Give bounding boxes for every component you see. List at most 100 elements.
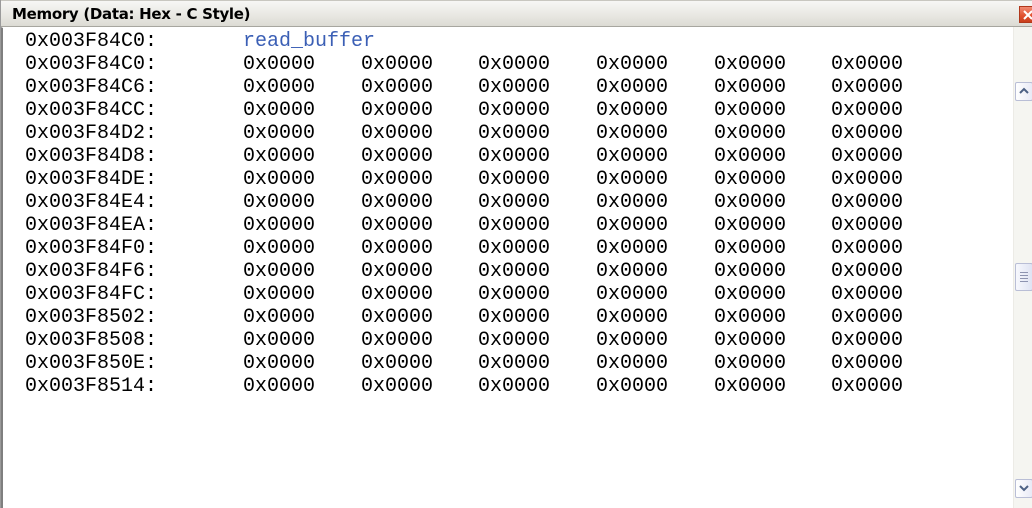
memory-cell[interactable]: 0x0000 [243, 375, 315, 398]
memory-cell[interactable]: 0x0000 [596, 329, 668, 352]
memory-cell[interactable]: 0x0000 [478, 145, 550, 168]
memory-cell[interactable]: 0x0000 [243, 283, 315, 306]
memory-cell[interactable]: 0x0000 [361, 76, 433, 99]
memory-cell[interactable]: 0x0000 [361, 122, 433, 145]
memory-cell[interactable]: 0x0000 [361, 237, 433, 260]
memory-cell[interactable]: 0x0000 [596, 352, 668, 375]
memory-cell[interactable]: 0x0000 [831, 375, 903, 398]
memory-cell[interactable]: 0x0000 [243, 214, 315, 237]
address-label: 0x003F8514: [25, 375, 158, 398]
memory-cell[interactable]: 0x0000 [478, 99, 550, 122]
memory-cell[interactable]: 0x0000 [714, 352, 786, 375]
memory-cell[interactable]: 0x0000 [831, 260, 903, 283]
close-button[interactable] [1019, 6, 1032, 23]
memory-cell[interactable]: 0x0000 [243, 237, 315, 260]
memory-cell[interactable]: 0x0000 [361, 145, 433, 168]
memory-cell[interactable]: 0x0000 [831, 329, 903, 352]
memory-cell[interactable]: 0x0000 [361, 214, 433, 237]
memory-cell[interactable]: 0x0000 [714, 168, 786, 191]
memory-cell[interactable]: 0x0000 [478, 260, 550, 283]
memory-cell[interactable]: 0x0000 [361, 53, 433, 76]
memory-cell[interactable]: 0x0000 [714, 53, 786, 76]
memory-cell[interactable]: 0x0000 [831, 283, 903, 306]
memory-cell[interactable]: 0x0000 [478, 306, 550, 329]
scroll-thumb[interactable] [1015, 263, 1032, 291]
memory-cell[interactable]: 0x0000 [596, 214, 668, 237]
address-label: 0x003F850E: [25, 352, 158, 375]
memory-cell[interactable]: 0x0000 [831, 122, 903, 145]
memory-cell[interactable]: 0x0000 [714, 214, 786, 237]
memory-cell[interactable]: 0x0000 [596, 237, 668, 260]
memory-cell[interactable]: 0x0000 [361, 375, 433, 398]
memory-cell[interactable]: 0x0000 [478, 122, 550, 145]
memory-cell[interactable]: 0x0000 [478, 237, 550, 260]
memory-cell[interactable]: 0x0000 [831, 237, 903, 260]
memory-cell[interactable]: 0x0000 [243, 306, 315, 329]
memory-cell[interactable]: 0x0000 [831, 306, 903, 329]
memory-cell[interactable]: 0x0000 [478, 168, 550, 191]
memory-cell[interactable]: 0x0000 [714, 375, 786, 398]
memory-cell[interactable]: 0x0000 [596, 145, 668, 168]
memory-cell[interactable]: 0x0000 [714, 306, 786, 329]
memory-cell[interactable]: 0x0000 [243, 53, 315, 76]
memory-cell[interactable]: 0x0000 [831, 99, 903, 122]
memory-cell[interactable]: 0x0000 [478, 283, 550, 306]
memory-cell[interactable]: 0x0000 [243, 168, 315, 191]
memory-cell[interactable]: 0x0000 [831, 76, 903, 99]
memory-cell[interactable]: 0x0000 [714, 122, 786, 145]
memory-cell[interactable]: 0x0000 [478, 329, 550, 352]
memory-cell[interactable]: 0x0000 [714, 145, 786, 168]
memory-cell[interactable]: 0x0000 [596, 76, 668, 99]
memory-cell[interactable]: 0x0000 [596, 99, 668, 122]
memory-cell[interactable]: 0x0000 [596, 53, 668, 76]
memory-cell[interactable]: 0x0000 [361, 352, 433, 375]
memory-cell[interactable]: 0x0000 [478, 53, 550, 76]
memory-cell[interactable]: 0x0000 [831, 214, 903, 237]
memory-cell[interactable]: 0x0000 [714, 191, 786, 214]
memory-cell[interactable]: 0x0000 [361, 306, 433, 329]
memory-cell[interactable]: 0x0000 [243, 329, 315, 352]
memory-cell[interactable]: 0x0000 [596, 122, 668, 145]
memory-cell[interactable]: 0x0000 [478, 76, 550, 99]
memory-cell[interactable]: 0x0000 [596, 191, 668, 214]
memory-cell[interactable]: 0x0000 [714, 237, 786, 260]
memory-cell[interactable]: 0x0000 [596, 375, 668, 398]
memory-cell[interactable]: 0x0000 [831, 53, 903, 76]
vertical-scrollbar[interactable] [1013, 27, 1032, 508]
memory-cell[interactable]: 0x0000 [596, 306, 668, 329]
memory-cell[interactable]: 0x0000 [243, 145, 315, 168]
memory-cell[interactable]: 0x0000 [243, 260, 315, 283]
memory-cell[interactable]: 0x0000 [478, 352, 550, 375]
memory-cell[interactable]: 0x0000 [831, 145, 903, 168]
memory-cell[interactable]: 0x0000 [361, 191, 433, 214]
memory-cell[interactable]: 0x0000 [361, 329, 433, 352]
memory-cell[interactable]: 0x0000 [714, 283, 786, 306]
memory-cell[interactable]: 0x0000 [714, 260, 786, 283]
memory-cell[interactable]: 0x0000 [478, 214, 550, 237]
memory-cell[interactable]: 0x0000 [243, 191, 315, 214]
memory-cell[interactable]: 0x0000 [714, 76, 786, 99]
scroll-up-button[interactable] [1015, 82, 1032, 101]
memory-cell[interactable]: 0x0000 [361, 168, 433, 191]
title-bar[interactable]: Memory (Data: Hex - C Style) [1, 0, 1032, 27]
memory-cell[interactable]: 0x0000 [596, 283, 668, 306]
memory-cell[interactable]: 0x0000 [831, 168, 903, 191]
memory-cell[interactable]: 0x0000 [831, 352, 903, 375]
memory-cell[interactable]: 0x0000 [714, 329, 786, 352]
memory-cell[interactable]: 0x0000 [243, 352, 315, 375]
memory-cell[interactable]: 0x0000 [596, 168, 668, 191]
memory-cell[interactable]: 0x0000 [361, 99, 433, 122]
memory-view[interactable]: 0x003F84C0: read_buffer 0x003F84C0: 0x000… [1, 27, 1013, 508]
memory-cell[interactable]: 0x0000 [478, 191, 550, 214]
memory-cell[interactable]: 0x0000 [361, 260, 433, 283]
memory-cell[interactable]: 0x0000 [478, 375, 550, 398]
symbol-row[interactable]: 0x003F84C0: read_buffer [25, 30, 375, 53]
memory-cell[interactable]: 0x0000 [361, 283, 433, 306]
memory-cell[interactable]: 0x0000 [243, 122, 315, 145]
memory-cell[interactable]: 0x0000 [596, 260, 668, 283]
memory-cell[interactable]: 0x0000 [831, 191, 903, 214]
memory-cell[interactable]: 0x0000 [243, 99, 315, 122]
scroll-down-button[interactable] [1015, 479, 1032, 498]
memory-cell[interactable]: 0x0000 [714, 99, 786, 122]
memory-cell[interactable]: 0x0000 [243, 76, 315, 99]
